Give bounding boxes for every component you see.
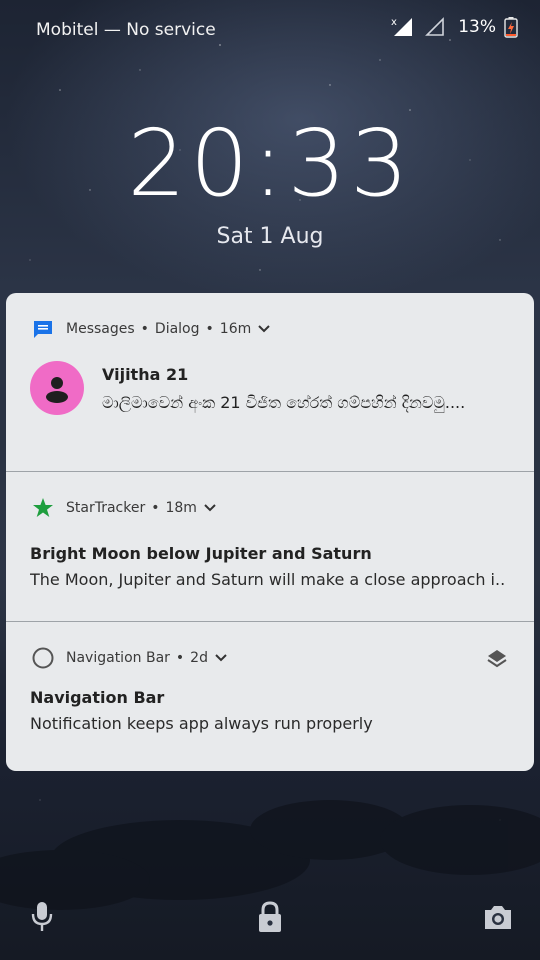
notification-app-name: Messages — [66, 321, 135, 337]
notification-title: Bright Moon below Jupiter and Saturn — [30, 544, 372, 563]
status-bar: Mobitel — No service x 13% — [0, 0, 540, 60]
notification-age: 16m — [219, 321, 252, 337]
chevron-down-icon[interactable] — [203, 503, 217, 513]
microphone-icon[interactable] — [28, 900, 56, 934]
notification-header: Navigation Bar • 2d — [32, 647, 228, 669]
notification-navigation-bar[interactable]: Navigation Bar • 2d Navigation Bar Notif… — [6, 622, 534, 771]
signal-off-icon: x — [391, 17, 413, 36]
lockscreen-clock: 20:33 — [127, 110, 413, 217]
chevron-down-icon[interactable] — [214, 653, 228, 663]
separator-dot: • — [140, 321, 149, 337]
notification-header: StarTracker • 18m — [32, 497, 217, 519]
carrier-label: Mobitel — No service — [36, 20, 216, 40]
notification-header: Messages • Dialog • 16m — [32, 319, 271, 339]
messages-icon — [34, 321, 52, 338]
battery-charging-icon — [504, 17, 518, 38]
lockscreen-date: Sat 1 Aug — [216, 224, 324, 249]
notification-age: 2d — [190, 650, 208, 666]
star-icon — [33, 498, 53, 517]
person-icon — [46, 377, 68, 403]
avatar — [30, 361, 84, 415]
svg-text:x: x — [391, 17, 397, 28]
notification-text: The Moon, Jupiter and Saturn will make a… — [30, 570, 506, 589]
message-text: මාලිමාවෙන් අංක 21 විජිත හේරත් ගම්පහින් ද… — [102, 393, 466, 412]
message-sender: Vijitha 21 — [102, 365, 189, 384]
separator-dot: • — [175, 650, 185, 666]
notification-app-name: Navigation Bar — [66, 650, 170, 666]
notification-channel: Dialog — [154, 321, 200, 337]
notification-title: Navigation Bar — [30, 688, 165, 707]
lock-icon[interactable] — [256, 900, 284, 934]
notification-panel: Messages • Dialog • 16m Vijitha 21 මාලිම… — [6, 293, 534, 771]
chevron-down-icon[interactable] — [257, 324, 271, 334]
battery-percent: 13% — [458, 17, 496, 37]
circle-icon — [32, 647, 54, 669]
notification-startracker[interactable]: StarTracker • 18m Bright Moon below Jupi… — [6, 472, 534, 621]
notification-app-name: StarTracker — [66, 500, 146, 516]
notification-age: 18m — [165, 500, 197, 516]
separator-dot: • — [151, 500, 160, 516]
camera-icon[interactable] — [482, 902, 514, 932]
notification-text: Notification keeps app always run proper… — [30, 714, 373, 733]
layers-icon[interactable] — [486, 648, 508, 670]
signal-empty-icon — [425, 17, 445, 36]
separator-dot: • — [205, 321, 214, 337]
notification-messages[interactable]: Messages • Dialog • 16m Vijitha 21 මාලිම… — [6, 293, 534, 471]
